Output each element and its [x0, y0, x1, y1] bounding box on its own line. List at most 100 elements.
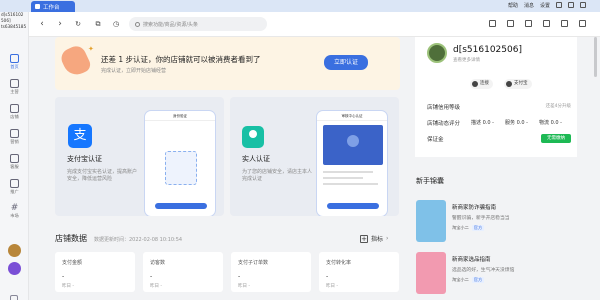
store-name[interactable]: d[s516102506]: [453, 45, 522, 55]
verify-now-button[interactable]: 立即认证: [324, 55, 368, 70]
row-label: 店铺信用等级: [427, 105, 461, 111]
tab-workbench[interactable]: 工作台: [31, 1, 75, 12]
forward-icon[interactable]: ›: [55, 19, 65, 29]
search-input[interactable]: 搜索功能/商品/资源/头条: [143, 21, 198, 28]
metric-card[interactable]: 支付金额 - 昨日 -: [55, 252, 135, 292]
sidebar-item-home[interactable]: 首页: [0, 54, 29, 70]
metric-compare: 昨日 -: [238, 284, 251, 289]
screenshot-icon[interactable]: [489, 20, 496, 27]
qrcode-icon[interactable]: [579, 20, 586, 27]
user-id-icon: [242, 126, 264, 148]
notes-icon[interactable]: [525, 20, 532, 27]
shop-icon: [10, 79, 19, 88]
phone-header: 审核中心认证: [317, 111, 387, 121]
sidebar-item-marketing[interactable]: 营销: [0, 129, 29, 145]
refresh-icon[interactable]: ↻: [73, 19, 83, 29]
store-avatar[interactable]: [427, 43, 447, 63]
plus-icon: +: [360, 234, 368, 243]
assistant-icon[interactable]: [8, 262, 21, 275]
search-icon: [135, 21, 140, 27]
window-tab-bar: 工作台 帮助 消息 设置: [0, 0, 600, 12]
alipay-verify-card[interactable]: 支 支付宝认证 完成支付宝实名认证，提高账户安全，降低运营风险 身份验证: [55, 97, 224, 216]
sidebar-item-main[interactable]: 主营: [0, 79, 29, 95]
close-icon[interactable]: [580, 2, 586, 8]
link-icon: [472, 81, 478, 87]
metric-compare: 昨日 -: [150, 284, 163, 289]
calculator-icon[interactable]: [507, 20, 514, 27]
sidebar-item-label: 主营: [10, 89, 19, 94]
help-link[interactable]: 帮助: [508, 2, 518, 9]
phone-header: 身份验证: [145, 111, 215, 121]
dynamic-score-row[interactable]: 店铺动态评分 描述 0.0 - 服务 0.0 - 物流 0.0 -: [427, 119, 571, 127]
new-window-icon[interactable]: ⧉: [93, 19, 103, 29]
store-info-panel: d[s516102506] 查看更多详情 连接 支付宝 店铺信用等级 还差4分升…: [415, 37, 577, 157]
metric-card[interactable]: 支付子订单数 - 昨日 -: [231, 252, 311, 292]
store-subtitle[interactable]: 查看更多详情: [453, 57, 480, 63]
nav-tools: [489, 20, 586, 27]
chart-icon: [10, 179, 19, 188]
search-bar[interactable]: 搜索功能/商品/资源/头条: [129, 17, 267, 31]
phone-button: [155, 203, 207, 209]
metric-label: 支付转化率: [326, 260, 352, 266]
guide-item[interactable]: 新商家防诈骗指南 警醒识骗，新手开店稳当当 淘宝小二 官方: [416, 200, 586, 244]
sidebar-item-promotion[interactable]: 推广: [0, 179, 29, 195]
maximize-icon[interactable]: [568, 2, 574, 8]
sidebar-item-store[interactable]: 店铺: [0, 104, 29, 120]
status-badge: 无需缴纳: [541, 134, 571, 143]
author-name: 淘宝小二: [452, 225, 469, 230]
pill-label: 连接: [480, 81, 489, 86]
back-icon[interactable]: ‹: [37, 19, 47, 29]
sidebar-user-info[interactable]: d[s516102 506] ts63845185: [1, 12, 28, 30]
avatar[interactable]: [8, 244, 21, 257]
nav-bar: ‹ › ↻ ⧉ ◷ 搜索功能/商品/资源/头条: [29, 12, 600, 37]
metric-value: -: [62, 273, 65, 280]
face-scan-icon: [165, 151, 197, 185]
connect-pill[interactable]: 连接: [470, 79, 493, 89]
guide-item-author: 淘宝小二 官方: [452, 225, 485, 231]
realname-verify-card[interactable]: 实人认证 为了您的店铺安全，请店主本人完成认证 审核中心认证: [230, 97, 399, 216]
guide-item-desc: 警醒识骗，新手开店稳当当: [452, 216, 510, 221]
guide-item[interactable]: 新商家选品指南 选品选的好，生气冲天没烦恼 淘宝小二 官方: [416, 252, 586, 296]
user-line-3: ts63845185: [1, 24, 27, 29]
metric-card[interactable]: 访客数 - 昨日 -: [143, 252, 223, 292]
layout-icon[interactable]: [561, 20, 568, 27]
credit-level-row[interactable]: 店铺信用等级 还差4分升级: [427, 103, 571, 111]
store-icon: [10, 104, 19, 113]
score-service: 服务 0.0 -: [505, 120, 528, 126]
metric-card[interactable]: 支付转化率 - 昨日 -: [319, 252, 399, 292]
metric-label: 支付金额: [62, 260, 83, 266]
card-title: 支付宝认证: [67, 155, 102, 163]
shopping-bag-icon: [416, 252, 446, 294]
messages-link[interactable]: 消息: [524, 2, 534, 9]
megaphone-icon: [10, 129, 19, 138]
metric-label: 访客数: [150, 260, 166, 266]
settings-link[interactable]: 设置: [540, 2, 550, 9]
sidebar-item-label: 营销: [10, 139, 19, 144]
sidebar-item-label: 客服: [10, 164, 19, 169]
sidebar-item-market[interactable]: # 市场: [0, 204, 29, 219]
shield-icon: [416, 200, 446, 242]
scrollbar[interactable]: [594, 37, 597, 77]
phone-button: [327, 203, 379, 209]
minimize-icon[interactable]: [556, 2, 562, 8]
alipay-pill[interactable]: 支付宝: [504, 79, 532, 89]
history-icon[interactable]: ◷: [111, 19, 121, 29]
phone-line: [323, 171, 373, 173]
score-logistics: 物流 0.0 -: [539, 120, 562, 126]
expand-icon[interactable]: [10, 295, 18, 300]
home-icon: [35, 4, 40, 9]
update-time: 数据更新时间：2022-02-08 10:10:54: [94, 237, 183, 243]
indicator-button[interactable]: + 指标 ›: [360, 234, 388, 243]
score-desc: 描述 0.0 -: [471, 120, 494, 126]
deposit-row[interactable]: 保证金 无需缴纳: [427, 134, 571, 143]
sidebar-item-service[interactable]: 客服: [0, 154, 29, 170]
card-title: 实人认证: [242, 155, 270, 163]
id-card-icon: [323, 125, 383, 165]
banner-title: 还差 1 步认证，你的店铺就可以被消费者看到了: [101, 55, 261, 64]
phone-line: [323, 183, 378, 185]
left-sidebar: d[s516102 506] ts63845185 首页 主营 店铺 营销 客服…: [0, 12, 29, 300]
calendar-icon[interactable]: [543, 20, 550, 27]
official-badge: 官方: [471, 277, 485, 283]
guide-title: 新手锦囊: [416, 177, 444, 185]
chevron-right-icon: ›: [386, 235, 389, 242]
